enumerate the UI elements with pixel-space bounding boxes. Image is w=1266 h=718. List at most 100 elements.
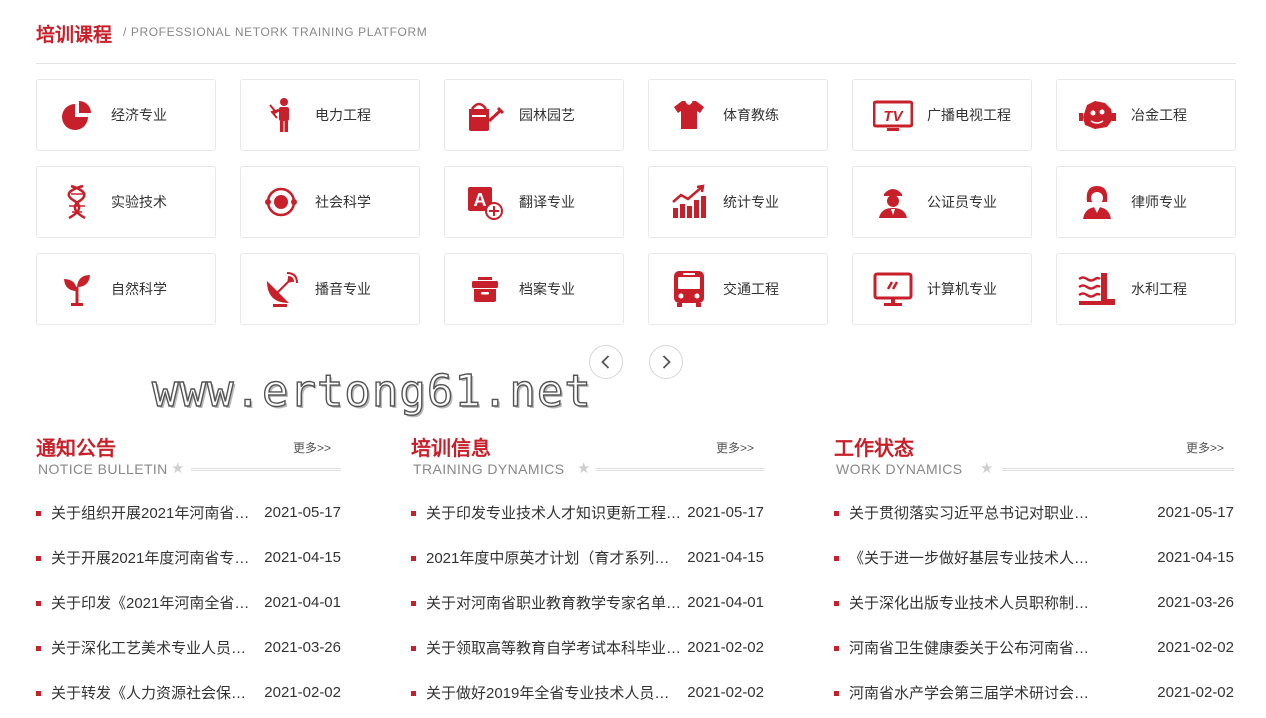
jersey-icon — [674, 100, 704, 129]
course-card-sports-coach[interactable]: 体育教练 — [648, 79, 828, 151]
chevron-left-icon — [601, 355, 610, 369]
news-date: 2021-03-26 — [1157, 594, 1234, 611]
star-icon: ★ — [171, 460, 185, 477]
svg-text:TV: TV — [883, 108, 904, 125]
divider — [596, 468, 764, 471]
bullet-icon — [411, 600, 416, 606]
news-item[interactable]: 关于开展2021年度河南省专业技术人员继续教育2021-04-15 — [36, 535, 341, 580]
bullet-icon — [834, 510, 839, 516]
divider — [191, 468, 341, 471]
course-card-lawyer[interactable]: 律师专业 — [1056, 166, 1236, 238]
course-card-statistics[interactable]: 统计专业 — [648, 166, 828, 238]
course-card-power-engineering[interactable]: 电力工程 — [240, 79, 420, 151]
news-item[interactable]: 《关于进一步做好基层专业技术人才队伍建设》2021-04-15 — [834, 535, 1234, 580]
dam-icon — [1078, 273, 1115, 305]
course-label: 社会科学 — [315, 194, 371, 210]
news-item[interactable]: 关于组织开展2021年河南省专业技术人员继续教育2021-05-17 — [36, 490, 341, 535]
tv-icon: TV — [873, 100, 913, 131]
news-item[interactable]: 关于做好2019年全省专业技术人员继续教育工作2021-02-02 — [411, 670, 764, 715]
news-item[interactable]: 河南省水产学会第三届学术研讨会暨会员代表大会2021-02-02 — [834, 670, 1234, 715]
chevron-right-icon — [662, 355, 671, 369]
dna-icon — [67, 184, 86, 220]
course-card-broadcasting[interactable]: 播音专业 — [240, 253, 420, 325]
news-date: 2021-02-02 — [1157, 684, 1234, 701]
news-list: 关于印发专业技术人才知识更新工程实施方案2021-05-17 2021年度中原英… — [411, 490, 764, 715]
news-subtitle: WORK DYNAMICS — [836, 461, 963, 477]
news-date: 2021-04-15 — [1157, 549, 1234, 566]
news-subtitle: TRAINING DYNAMICS — [413, 461, 565, 477]
watering-can-icon — [469, 102, 505, 131]
notary-icon — [879, 189, 907, 218]
divider — [1002, 468, 1234, 471]
bullet-icon — [411, 645, 416, 651]
site-watermark: www.ertong61.net — [151, 365, 592, 417]
news-item[interactable]: 关于对河南省职业教育教学专家名单进行公示2021-04-01 — [411, 580, 764, 625]
course-card-gardening[interactable]: 园林园艺 — [444, 79, 624, 151]
news-date: 2021-05-17 — [687, 504, 764, 521]
bar-chart-icon — [672, 184, 706, 218]
course-label: 律师专业 — [1131, 194, 1187, 210]
course-card-lab-technology[interactable]: 实验技术 — [36, 166, 216, 238]
bus-icon — [674, 271, 704, 307]
news-date: 2021-04-15 — [264, 549, 341, 566]
more-link[interactable]: 更多>> — [716, 439, 754, 456]
course-card-transportation[interactable]: 交通工程 — [648, 253, 828, 325]
bullet-icon — [36, 555, 41, 561]
bullet-icon — [834, 600, 839, 606]
course-card-notary[interactable]: 公证员专业 — [852, 166, 1032, 238]
course-card-social-science[interactable]: 社会科学 — [240, 166, 420, 238]
news-list: 关于组织开展2021年河南省专业技术人员继续教育2021-05-17 关于开展2… — [36, 490, 341, 715]
news-item[interactable]: 关于深化工艺美术专业人员职称制度改革的通知2021-03-26 — [36, 625, 341, 670]
course-label: 翻译专业 — [519, 194, 575, 210]
bullet-icon — [834, 690, 839, 696]
news-column-work: 工作状态 更多>> WORK DYNAMICS ★ 关于贯彻落实习近平总书记对职… — [834, 432, 1234, 715]
course-card-translation[interactable]: A 翻译专业 — [444, 166, 624, 238]
news-header: 工作状态 更多>> WORK DYNAMICS ★ — [834, 432, 1234, 482]
star-icon: ★ — [980, 460, 994, 477]
more-link[interactable]: 更多>> — [293, 439, 331, 456]
lawyer-icon — [1083, 186, 1111, 219]
news-subtitle: NOTICE BULLETIN — [38, 461, 168, 477]
sprout-icon — [64, 275, 90, 306]
carousel-prev-button[interactable] — [589, 345, 623, 379]
course-card-metallurgy[interactable]: 冶金工程 — [1056, 79, 1236, 151]
courses-section-header: 培训课程 / PROFESSIONAL NETORK TRAINING PLAT… — [36, 18, 1236, 64]
course-label: 自然科学 — [111, 281, 167, 297]
bullet-icon — [36, 645, 41, 651]
electrician-icon — [269, 98, 289, 132]
section-title: 培训课程 — [36, 25, 113, 46]
course-card-archives[interactable]: 档案专业 — [444, 253, 624, 325]
news-item[interactable]: 关于贯彻落实习近平总书记对职业教育工作重要指示2021-05-17 — [834, 490, 1234, 535]
carousel-next-button[interactable] — [649, 345, 683, 379]
course-card-computer[interactable]: 计算机专业 — [852, 253, 1032, 325]
course-card-broadcast-tv[interactable]: TV 广播电视工程 — [852, 79, 1032, 151]
news-item[interactable]: 关于深化出版专业技术人员职称制度改革的通知2021-03-26 — [834, 580, 1234, 625]
metal-ore-icon — [1079, 101, 1116, 129]
news-item[interactable]: 关于转发《人力资源社会保障部办公厅关于通知2021-02-02 — [36, 670, 341, 715]
news-date: 2021-04-15 — [687, 549, 764, 566]
translate-icon: A — [468, 187, 503, 220]
news-date: 2021-02-02 — [264, 684, 341, 701]
news-item[interactable]: 河南省卫生健康委关于公布河南省职称评审结果2021-02-02 — [834, 625, 1234, 670]
news-item[interactable]: 2021年度中原英才计划（育才系列）人选申报2021-04-15 — [411, 535, 764, 580]
course-card-water-conservancy[interactable]: 水利工程 — [1056, 253, 1236, 325]
satellite-dish-icon — [267, 272, 298, 307]
news-item[interactable]: 关于印发《2021年河南全省专业技术人员继续教育2021-04-01 — [36, 580, 341, 625]
course-label: 统计专业 — [723, 194, 779, 210]
news-column-notices: 通知公告 更多>> NOTICE BULLETIN ★ 关于组织开展2021年河… — [36, 432, 341, 715]
course-label: 广播电视工程 — [927, 107, 1011, 123]
section-subtitle: / PROFESSIONAL NETORK TRAINING PLATFORM — [123, 25, 428, 39]
bullet-icon — [411, 555, 416, 561]
news-item[interactable]: 关于领取高等教育自学考试本科毕业证书通知2021-02-02 — [411, 625, 764, 670]
archive-box-icon — [472, 277, 498, 302]
course-card-natural-science[interactable]: 自然科学 — [36, 253, 216, 325]
news-column-training: 培训信息 更多>> TRAINING DYNAMICS ★ 关于印发专业技术人才… — [411, 432, 764, 715]
news-title: 培训信息 — [411, 438, 491, 460]
news-date: 2021-04-01 — [264, 594, 341, 611]
news-date: 2021-02-02 — [687, 684, 764, 701]
news-item[interactable]: 关于印发专业技术人才知识更新工程实施方案2021-05-17 — [411, 490, 764, 535]
course-card-economics[interactable]: 经济专业 — [36, 79, 216, 151]
course-label: 经济专业 — [111, 107, 167, 123]
more-link[interactable]: 更多>> — [1186, 439, 1224, 456]
news-list: 关于贯彻落实习近平总书记对职业教育工作重要指示2021-05-17 《关于进一步… — [834, 490, 1234, 715]
